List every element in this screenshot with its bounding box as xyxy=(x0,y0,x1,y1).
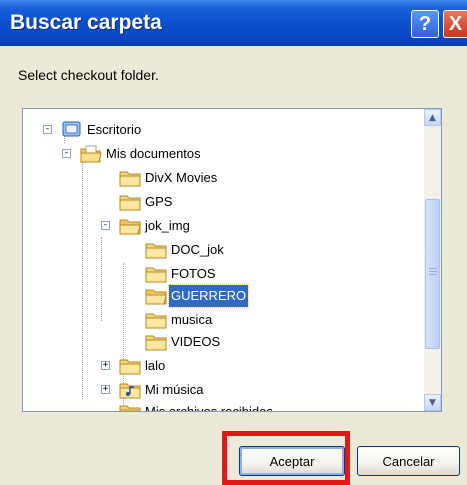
folder-icon xyxy=(119,359,141,375)
thumb-grip xyxy=(429,271,437,272)
tree-item-label: VIDEOS xyxy=(171,334,221,349)
close-icon: X xyxy=(448,12,463,35)
folder-icon xyxy=(145,313,167,329)
scrollbar-thumb[interactable] xyxy=(425,199,440,349)
close-button[interactable]: X xyxy=(443,10,467,38)
tree-item-label-selected: GUERRERO xyxy=(167,284,250,308)
open-folder-icon xyxy=(80,145,102,163)
open-folder-icon xyxy=(145,289,167,305)
instruction-text: Select checkout folder. xyxy=(18,67,159,83)
tree-item-label: jok_img xyxy=(145,218,190,233)
tree-item-label: Mis archivos recibidos xyxy=(145,404,273,412)
tree-item-label: musica xyxy=(171,312,213,327)
chevron-down-icon: ▼ xyxy=(429,397,436,408)
collapse-toggle[interactable]: - xyxy=(62,149,71,158)
tree-item-label: Mi música xyxy=(145,382,204,397)
tree-connector xyxy=(101,237,102,321)
tree-item-label: DOC_jok xyxy=(171,242,224,257)
desktop-icon xyxy=(62,121,81,137)
folder-icon xyxy=(145,267,167,283)
folder-tree[interactable]: - Escritorio - Mis documentos DivX Movie… xyxy=(22,108,442,412)
help-button[interactable]: ? xyxy=(411,10,439,38)
collapse-toggle[interactable]: - xyxy=(43,125,52,134)
vertical-scrollbar[interactable]: ▲ ▼ xyxy=(424,109,441,411)
folder-icon xyxy=(119,171,141,187)
folder-icon xyxy=(145,335,167,351)
tree-item-label: lalo xyxy=(145,358,166,373)
dialog-title: Buscar carpeta xyxy=(10,11,162,34)
scroll-down-button[interactable]: ▼ xyxy=(424,394,441,411)
browse-folder-dialog: Buscar carpeta ? X Select checkout folde… xyxy=(0,0,467,485)
expand-toggle[interactable]: + xyxy=(101,361,110,370)
tree-item-label: Mis documentos xyxy=(106,146,201,161)
tree-item-label: DivX Movies xyxy=(145,170,218,185)
thumb-grip xyxy=(429,268,437,269)
scroll-up-button[interactable]: ▲ xyxy=(424,109,441,126)
tree-item-label: FOTOS xyxy=(171,266,216,281)
tree-connector xyxy=(82,159,83,399)
collapse-toggle[interactable]: - xyxy=(101,221,110,230)
music-folder-icon xyxy=(119,383,141,399)
accept-button[interactable]: Aceptar xyxy=(239,446,345,476)
tree-item-label: GPS xyxy=(145,194,173,209)
cancel-button[interactable]: Cancelar xyxy=(357,446,460,476)
chevron-up-icon: ▲ xyxy=(429,112,436,123)
help-icon: ? xyxy=(418,12,432,35)
expand-toggle[interactable]: + xyxy=(101,385,110,394)
folder-icon xyxy=(119,405,141,411)
tree-item-label: Escritorio xyxy=(87,122,142,137)
thumb-grip xyxy=(429,274,437,275)
title-bar[interactable]: Buscar carpeta ? X xyxy=(0,0,467,46)
folder-icon xyxy=(119,195,141,211)
folder-icon xyxy=(145,243,167,259)
open-folder-icon xyxy=(119,219,141,235)
